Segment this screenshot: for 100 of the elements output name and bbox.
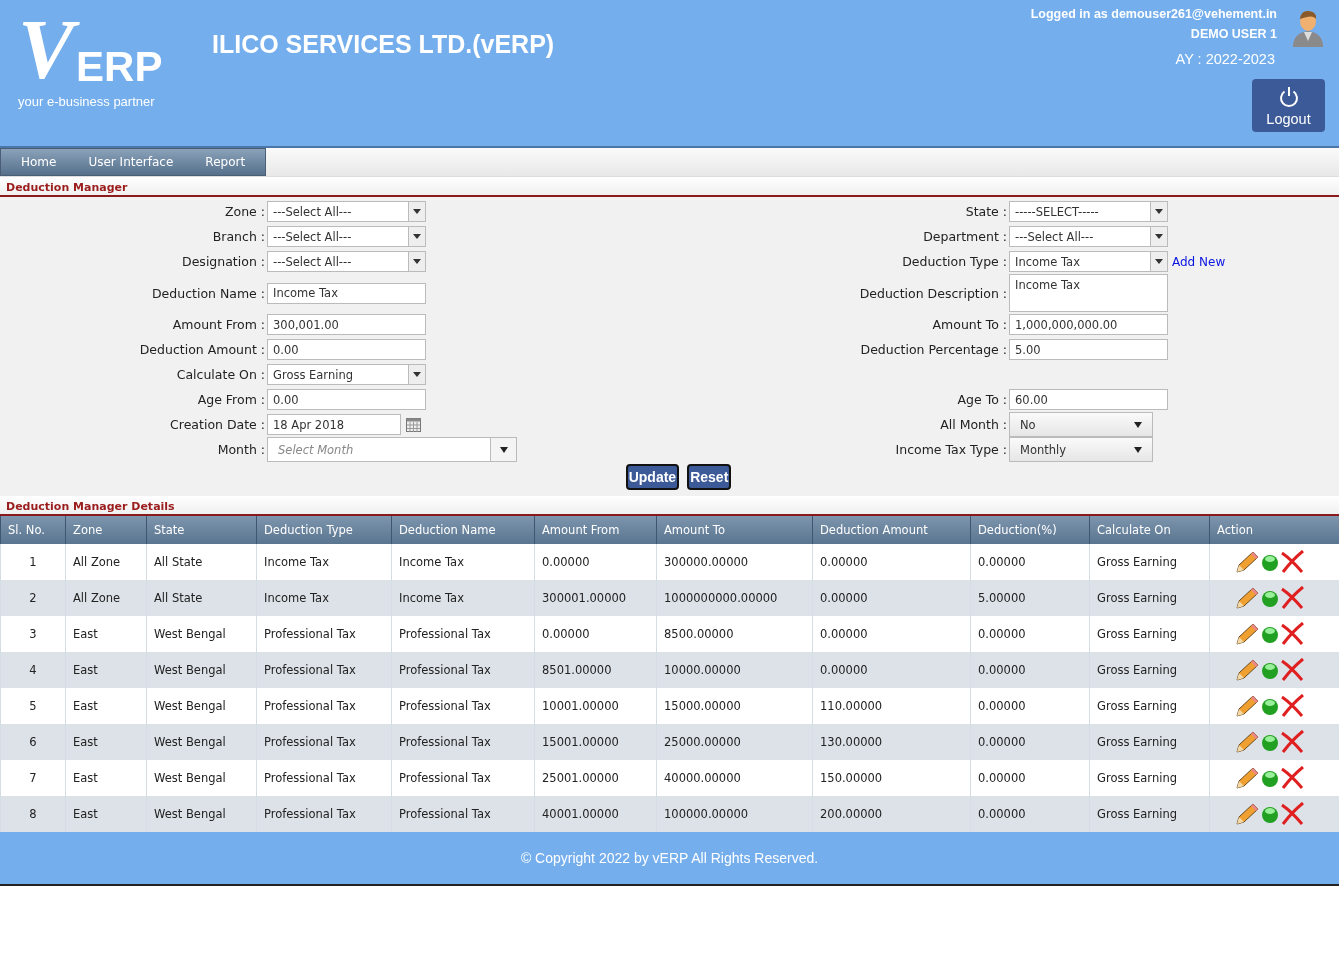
table-cell: 1000000000.00000 (656, 580, 813, 616)
table-cell: Professional Tax (256, 724, 392, 760)
table-cell: Gross Earning (1089, 652, 1210, 688)
table-cell: Professional Tax (256, 796, 392, 832)
delete-icon[interactable] (1279, 694, 1306, 718)
table-cell: 0.00000 (970, 652, 1090, 688)
logo: VERP (18, 8, 164, 90)
table-cell: All State (146, 580, 257, 616)
table-cell: Professional Tax (391, 796, 535, 832)
pencil-icon[interactable] (1233, 802, 1260, 826)
select-field[interactable]: Gross Earning (267, 364, 426, 385)
table-cell: 2 (0, 580, 66, 616)
status-dot-icon[interactable] (1259, 696, 1280, 716)
dropdown-arrow-icon[interactable] (1155, 259, 1163, 264)
field-label: Branch : (211, 229, 266, 244)
column-header: Calculate On (1089, 516, 1210, 544)
status-dot-icon[interactable] (1259, 660, 1280, 680)
table-cell: 8501.00000 (534, 652, 657, 688)
menu-item[interactable]: Home (1, 149, 69, 175)
table-cell: 0.00000 (970, 796, 1090, 832)
table-cell: Gross Earning (1089, 796, 1210, 832)
text-area[interactable]: Income Tax (1009, 274, 1168, 312)
form-button[interactable]: Update (625, 464, 680, 490)
select-field[interactable]: ---Select All--- (267, 251, 426, 272)
status-dot-icon[interactable] (1259, 768, 1280, 788)
field-label: Designation : (181, 254, 266, 269)
select-field[interactable]: Income Tax (1009, 251, 1168, 272)
input-field[interactable]: 0.00 (267, 339, 426, 360)
pencil-icon[interactable] (1233, 694, 1260, 718)
table-cell: 8 (0, 796, 66, 832)
select-field[interactable]: ---Select All--- (1009, 226, 1168, 247)
input-field[interactable]: 60.00 (1009, 389, 1168, 410)
dropdown-arrow-icon[interactable] (499, 446, 508, 453)
table-cell: Gross Earning (1089, 724, 1210, 760)
column-header: Amount From (534, 516, 657, 544)
input-field[interactable]: 300,001.00 (267, 314, 426, 335)
logo-tagline: your e-business partner (18, 94, 156, 109)
field-label: Income Tax Type : (894, 442, 1008, 457)
table-cell: Income Tax (391, 580, 535, 616)
pencil-icon[interactable] (1233, 622, 1260, 646)
logout-button[interactable]: Logout (1252, 79, 1325, 132)
pencil-icon[interactable] (1233, 730, 1260, 754)
input-field[interactable]: 1,000,000,000.00 (1009, 314, 1168, 335)
column-header: State (146, 516, 257, 544)
table-cell: East (65, 724, 147, 760)
table-cell: Professional Tax (391, 652, 535, 688)
dropdown-arrow-icon[interactable] (413, 259, 421, 264)
table-cell: 4 (0, 652, 66, 688)
dropdown-field[interactable]: Monthly (1009, 437, 1153, 462)
pencil-icon[interactable] (1233, 658, 1260, 682)
field-label: Department : (922, 229, 1008, 244)
delete-icon[interactable] (1279, 658, 1306, 682)
table-cell: 40001.00000 (534, 796, 657, 832)
delete-icon[interactable] (1279, 550, 1306, 574)
select-field[interactable]: ---Select All--- (267, 201, 426, 222)
delete-icon[interactable] (1279, 586, 1306, 610)
status-dot-icon[interactable] (1259, 552, 1280, 572)
dropdown-arrow-icon[interactable] (1155, 209, 1163, 214)
status-dot-icon[interactable] (1259, 804, 1280, 824)
dropdown-arrow-icon[interactable] (413, 372, 421, 377)
dropdown-arrow-icon[interactable] (413, 209, 421, 214)
status-dot-icon[interactable] (1259, 732, 1280, 752)
select-field[interactable]: -----SELECT----- (1009, 201, 1168, 222)
pencil-icon[interactable] (1233, 586, 1260, 610)
field-label: Deduction Amount : (138, 342, 266, 357)
pencil-icon[interactable] (1233, 766, 1260, 790)
column-header: Amount To (656, 516, 813, 544)
field-label: State : (964, 204, 1008, 219)
field-label: Deduction Type : (901, 254, 1008, 269)
column-header: Deduction Type (256, 516, 392, 544)
table-cell: 130.00000 (812, 724, 971, 760)
field-label: Amount To : (931, 317, 1008, 332)
month-select[interactable]: Select Month (267, 437, 517, 462)
status-dot-icon[interactable] (1259, 624, 1280, 644)
calendar-icon[interactable] (406, 417, 421, 432)
input-field[interactable]: 0.00 (267, 389, 426, 410)
table-cell: 10000.00000 (656, 652, 813, 688)
input-field[interactable]: 5.00 (1009, 339, 1168, 360)
delete-icon[interactable] (1279, 766, 1306, 790)
table-cell: Income Tax (256, 580, 392, 616)
menu-item[interactable]: Report (185, 149, 258, 175)
form-button[interactable]: Reset (687, 464, 732, 490)
delete-icon[interactable] (1279, 802, 1306, 826)
input-field[interactable]: Income Tax (267, 282, 426, 304)
delete-icon[interactable] (1279, 730, 1306, 754)
column-header: Deduction(%) (970, 516, 1090, 544)
column-header: Zone (65, 516, 147, 544)
field-label: Zone : (224, 204, 266, 219)
dropdown-arrow-icon[interactable] (413, 234, 421, 239)
user-name: DEMO USER 1 (1190, 27, 1277, 41)
pencil-icon[interactable] (1233, 550, 1260, 574)
menu-item[interactable]: User Interface (68, 149, 186, 175)
table-cell: East (65, 652, 147, 688)
add-new-link[interactable]: Add New (1172, 254, 1226, 269)
dropdown-field[interactable]: No (1009, 412, 1153, 437)
status-dot-icon[interactable] (1259, 588, 1280, 608)
date-field[interactable]: 18 Apr 2018 (267, 414, 401, 435)
delete-icon[interactable] (1279, 622, 1306, 646)
select-field[interactable]: ---Select All--- (267, 226, 426, 247)
dropdown-arrow-icon[interactable] (1155, 234, 1163, 239)
